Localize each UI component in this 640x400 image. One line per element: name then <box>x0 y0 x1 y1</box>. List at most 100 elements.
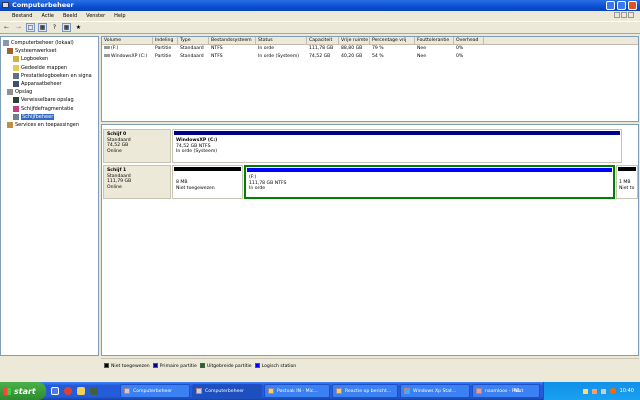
clock[interactable]: 10:40 <box>620 388 634 394</box>
quicklaunch-app-icon[interactable] <box>90 387 98 395</box>
cell: Nee <box>417 46 427 51</box>
cell: 40,20 GB <box>341 54 363 59</box>
start-button[interactable]: start <box>0 382 46 400</box>
tree-item-schijfdefragmentatie[interactable]: Schijfdefragmentatie <box>1 105 98 113</box>
chrome-icon[interactable] <box>64 387 72 395</box>
column-header[interactable]: Capaciteit <box>307 37 339 44</box>
cell: In orde (Systeem) <box>258 54 300 59</box>
task-reply-message[interactable]: Reactie op bericht... <box>332 384 398 398</box>
system-tray: NL 10:40 <box>514 382 640 400</box>
task-outlook-inbox[interactable]: Postvak IN - Mic... <box>264 384 330 398</box>
taskbar: start Computerbeheer Computerbeheer Post… <box>0 382 640 400</box>
cell: 79 % <box>372 46 384 51</box>
show-tree-icon[interactable]: ▦ <box>38 23 47 32</box>
tree-item-verwisselbare-opslag[interactable]: Verwisselbare opslag <box>1 96 98 104</box>
column-header[interactable]: Percentage vrij <box>370 37 415 44</box>
wizard-icon[interactable]: ★ <box>74 23 83 32</box>
column-header[interactable]: Fouttolerantie <box>415 37 454 44</box>
tree-item-computerbeheer[interactable]: Computerbeheer (lokaal) <box>1 39 98 47</box>
close-button[interactable] <box>628 1 637 10</box>
cell: 54 % <box>372 54 384 59</box>
menu-actie[interactable]: Actie <box>40 13 55 19</box>
tree-item-apparaatbeheer[interactable]: Apparaatbeheer <box>1 80 98 88</box>
shared-folder-icon <box>13 64 19 71</box>
tray-icon[interactable] <box>582 388 588 394</box>
disk-management-icon <box>13 113 19 120</box>
child-close-button[interactable] <box>628 12 634 18</box>
cell: Standaard <box>180 46 204 51</box>
properties-icon[interactable]: ▦ <box>62 23 71 32</box>
folder-icon[interactable] <box>77 387 85 395</box>
table-row[interactable]: (F:) Partitie Standaard NTFS In orde 111… <box>102 45 638 53</box>
cell: 111,78 GB <box>309 46 334 51</box>
network-icon[interactable] <box>600 388 606 394</box>
task-paint[interactable]: naamloos - Paint <box>472 384 540 398</box>
task-computerbeheer-2[interactable]: Computerbeheer <box>192 384 262 398</box>
cell: 0% <box>456 46 464 51</box>
tree-item-opslag[interactable]: Opslag <box>1 88 98 96</box>
up-folder-icon[interactable]: □ <box>26 23 35 32</box>
column-header[interactable]: Bestandssysteem <box>209 37 256 44</box>
cell: 88,80 GB <box>341 46 363 51</box>
column-header[interactable]: Indeling <box>153 37 178 44</box>
disk-state: Online <box>107 184 122 190</box>
cell: Partitie <box>155 54 172 59</box>
disk-0-label[interactable]: Schijf 0 Standaard 74,52 GB Online <box>103 129 171 163</box>
logical-drive-bar <box>247 168 612 172</box>
column-header[interactable]: Overhead <box>454 37 484 44</box>
computer-management-icon <box>2 2 9 8</box>
device-manager-icon <box>13 81 19 88</box>
menu-venster[interactable]: Venster <box>85 13 106 19</box>
tree-item-prestatielogboeken[interactable]: Prestatielogboeken en signa <box>1 72 98 80</box>
menu-help[interactable]: Help <box>113 13 126 19</box>
help-icon[interactable]: ? <box>50 23 59 32</box>
tray-icon[interactable] <box>591 388 597 394</box>
cell-volume: WindowsXP (C:) <box>102 53 153 61</box>
tray-icon[interactable] <box>609 388 616 394</box>
console-tree: Computerbeheer (lokaal) Systeemwerkset L… <box>0 36 99 356</box>
performance-icon <box>13 72 19 79</box>
logical-drive-f[interactable]: (F:) 111,78 GB NTFS In orde <box>244 165 615 199</box>
unallocated-space[interactable]: 8 MB Niet toegewezen <box>172 165 243 199</box>
child-restore-button[interactable] <box>621 12 627 18</box>
legend-extended: Uitgebreide partitie <box>199 362 252 369</box>
partition-c[interactable]: WindowsXP (C:) 74,52 GB NTFS In orde (Sy… <box>172 129 622 163</box>
disk-1-label[interactable]: Schijf 1 Standaard 111,79 GB Online <box>103 165 171 199</box>
menu-beeld[interactable]: Beeld <box>62 13 78 19</box>
column-header[interactable]: Volume <box>102 37 153 44</box>
unallocated-bar <box>618 167 636 171</box>
forward-icon[interactable]: → <box>14 23 23 32</box>
event-log-icon <box>13 56 19 63</box>
task-computerbeheer-1[interactable]: Computerbeheer <box>120 384 190 398</box>
unallocated-space-end[interactable]: 1 MB Niet to <box>616 165 638 199</box>
minimize-button[interactable] <box>606 1 615 10</box>
language-indicator[interactable]: NL <box>514 388 521 394</box>
column-header[interactable]: Vrije ruimte <box>339 37 370 44</box>
window-title: Computerbeheer <box>12 1 74 9</box>
unallocated-status: Niet toegewezen <box>176 185 215 191</box>
child-minimize-button[interactable] <box>614 12 620 18</box>
task-internet-explorer[interactable]: Windows Xp Stat... <box>400 384 470 398</box>
column-header[interactable]: Type <box>178 37 209 44</box>
maximize-button[interactable] <box>617 1 626 10</box>
cell: In orde <box>258 46 275 51</box>
unallocated-bar <box>174 167 241 171</box>
tree-item-systeemwerkset[interactable]: Systeemwerkset <box>1 47 98 55</box>
cell: Partitie <box>155 46 172 51</box>
column-header[interactable]: Status <box>256 37 307 44</box>
cell: 0% <box>456 54 464 59</box>
title-bar: Computerbeheer <box>0 0 640 11</box>
show-desktop-icon[interactable] <box>51 387 59 395</box>
primary-partition-bar <box>174 131 620 135</box>
services-icon <box>7 121 13 128</box>
table-row[interactable]: WindowsXP (C:) Partitie Standaard NTFS I… <box>102 53 638 61</box>
tree-item-services[interactable]: Services en toepassingen <box>1 121 98 129</box>
tree-item-logboeken[interactable]: Logboeken <box>1 55 98 63</box>
tree-item-schijfbeheer[interactable]: Schijfbeheer <box>1 113 98 121</box>
menu-bestand[interactable]: Bestand <box>11 13 33 19</box>
cell: 74,52 GB <box>309 54 331 59</box>
tree-item-gedeelde-mappen[interactable]: Gedeelde mappen <box>1 64 98 72</box>
ie-icon <box>404 388 410 394</box>
back-icon[interactable]: ← <box>2 23 11 32</box>
cell: NTFS <box>211 54 223 59</box>
